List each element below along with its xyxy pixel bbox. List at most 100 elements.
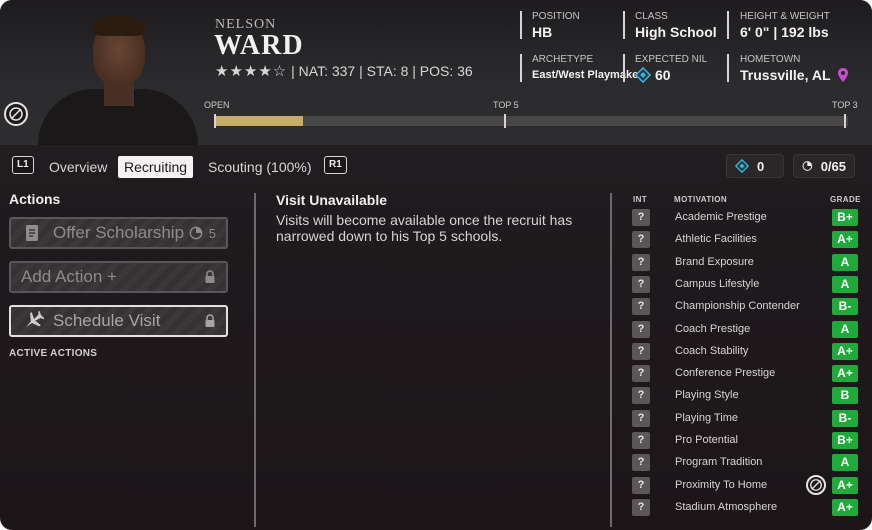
hometown-row: Trussville, AL (740, 67, 849, 83)
scholarship-document-icon (21, 223, 45, 243)
interest-unknown-badge: ? (632, 432, 650, 449)
recruit-stage-progress: OPEN TOP 5 TOP 3 (204, 100, 860, 130)
motivation-label: Coach Prestige (675, 322, 751, 335)
motivation-row[interactable]: ? Conference Prestige A+ (622, 365, 862, 383)
add-action-button[interactable]: Add Action + (9, 261, 228, 293)
interest-unknown-badge: ? (632, 365, 650, 383)
tab-scouting[interactable]: Scouting (100%) (208, 156, 312, 178)
grade-badge: A+ (832, 231, 858, 249)
interest-unknown-badge: ? (632, 342, 650, 360)
position-label: POSITION (532, 11, 580, 22)
motivation-row[interactable]: ? Coach Prestige A (622, 320, 862, 339)
motivation-label: Academic Prestige (675, 211, 767, 223)
height-weight-value: 6' 0" | 192 lbs (740, 24, 829, 40)
motivation-row[interactable]: ? Stadium Atmosphere A+ (622, 498, 862, 517)
r1-button[interactable]: R1 (324, 156, 347, 174)
motivation-label: Campus Lifestyle (675, 277, 760, 290)
offer-scholarship-button[interactable]: Offer Scholarship 5 (9, 217, 228, 249)
interest-unknown-badge: ? (632, 253, 650, 271)
recruit-profile-screen: NELSON WARD ★★★★☆ | NAT: 337 | STA: 8 | … (0, 0, 872, 530)
hours-count: 0/65 (820, 158, 846, 174)
grade-badge: A+ (832, 342, 858, 360)
dealbreaker-icon (806, 474, 826, 495)
stage-top5-label: TOP 5 (493, 100, 519, 110)
motivation-row[interactable]: ? Playing Style B (622, 387, 862, 405)
info-divider (520, 54, 522, 82)
motivation-label: Pro Potential (675, 434, 738, 446)
motivation-row[interactable]: ? Program Tradition A (622, 454, 862, 472)
visit-message: Visits will become available once the re… (276, 212, 573, 244)
portrait-hair (93, 16, 145, 36)
player-rating-line: ★★★★☆ | NAT: 337 | STA: 8 | POS: 36 (215, 62, 473, 80)
motivation-label: Conference Prestige (675, 367, 776, 380)
hometown-label: HOMETOWN (740, 54, 801, 65)
stage-open-label: OPEN (204, 100, 230, 110)
lock-icon (204, 270, 216, 284)
diamond-icon (735, 159, 749, 173)
interest-unknown-badge: ? (632, 275, 650, 293)
motivation-row[interactable]: ? Campus Lifestyle A (622, 275, 862, 294)
grade-badge: B- (832, 409, 858, 427)
interest-unknown-badge: ? (632, 320, 650, 338)
diamond-counter: 0 (726, 154, 784, 178)
motivation-label: Brand Exposure (675, 255, 754, 268)
player-portrait (38, 14, 198, 145)
motivation-label: Program Tradition (675, 456, 763, 469)
actions-panel: Actions Offer Scholarship 5 Add Action +… (0, 186, 244, 530)
star-rating-empty: ☆ (272, 63, 288, 80)
motivation-row[interactable]: ? Pro Potential B+ (622, 432, 862, 450)
motivation-row[interactable]: ? Coach Stability A+ (622, 342, 862, 361)
grade-badge: B+ (832, 432, 858, 449)
motivations-table: INT MOTIVATION GRADE ? Academic Prestige B… (622, 186, 872, 530)
grade-column-header: GRADE (830, 195, 861, 204)
tab-overview[interactable]: Overview (49, 156, 107, 178)
player-header: NELSON WARD ★★★★☆ | NAT: 337 | STA: 8 | … (0, 0, 872, 145)
motivation-label: Playing Style (675, 389, 739, 402)
dealbreaker-icon (4, 102, 28, 126)
nil-info: EXPECTED NIL 60 (635, 54, 707, 83)
lock-icon (204, 314, 216, 328)
stage-tick-top3 (844, 114, 846, 128)
motivation-row[interactable]: ? Athletic Facilities A+ (622, 231, 862, 249)
grade-badge: A (832, 253, 858, 271)
diamond-count: 0 (757, 158, 765, 174)
nil-row: 60 (635, 67, 707, 83)
motivation-row[interactable]: ? Championship Contender B- (622, 298, 862, 316)
motivation-column-header: MOTIVATION (674, 195, 728, 204)
stage-tick-top5 (504, 114, 506, 128)
motivation-label: Proximity To Home (675, 478, 768, 491)
grade-badge: B- (832, 298, 858, 316)
nil-value: 60 (655, 67, 671, 83)
hometown-info: HOMETOWN Trussville, AL (740, 54, 849, 83)
hours-counter: 0/65 (793, 154, 855, 178)
motivation-row[interactable]: ? Academic Prestige B+ (622, 209, 862, 227)
schedule-visit-button[interactable]: Schedule Visit (9, 305, 228, 337)
l1-button[interactable]: L1 (12, 156, 34, 174)
hours-cost-icon (189, 226, 203, 240)
info-divider (727, 54, 729, 82)
grade-badge: A (832, 275, 858, 293)
stage-progress-fill (214, 116, 303, 126)
archetype-value: East/West Playmaker (532, 69, 643, 81)
add-action-label: Add Action + (21, 267, 117, 286)
height-weight-info: HEIGHT & WEIGHT 6' 0" | 192 lbs (740, 11, 830, 40)
motivation-row[interactable]: ? Playing Time B- (622, 409, 862, 428)
grade-badge: A+ (832, 498, 858, 516)
clock-icon (802, 161, 813, 171)
grade-badge: B (832, 387, 858, 405)
motivation-row[interactable]: ? Proximity To Home A+ (622, 474, 862, 495)
grade-badge: B+ (832, 209, 858, 226)
class-label: CLASS (635, 11, 668, 22)
class-info: CLASS High School (635, 11, 717, 40)
archetype-info: ARCHETYPE East/West Playmaker (532, 54, 642, 81)
motivation-row[interactable]: ? Brand Exposure A (622, 253, 862, 272)
airplane-icon (21, 311, 45, 331)
interest-unknown-badge: ? (632, 476, 650, 494)
tab-recruiting[interactable]: Recruiting (118, 156, 194, 178)
int-column-header: INT (633, 195, 648, 204)
motivation-label: Coach Stability (675, 344, 749, 357)
position-value: HB (532, 24, 553, 40)
grade-badge: A+ (832, 476, 858, 494)
info-divider (623, 54, 625, 82)
info-divider (623, 11, 625, 39)
